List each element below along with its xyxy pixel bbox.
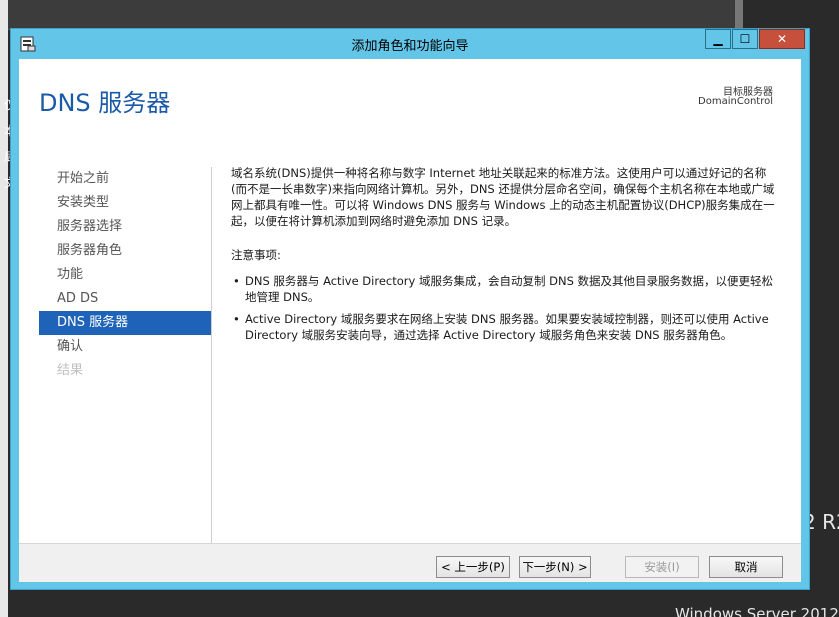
list-item: Active Directory 域服务要求在网络上安装 DNS 服务器。如果要… (231, 311, 779, 343)
background-os-name-text: Windows Server 2012 R (675, 605, 839, 617)
nav-item-server-selection[interactable]: 服务器选择 (39, 215, 211, 239)
maximize-button[interactable]: ☐ (732, 29, 758, 49)
target-server-value: DomainControl (698, 96, 773, 107)
nav-item-before-you-begin[interactable]: 开始之前 (39, 167, 211, 191)
nav-item-features[interactable]: 功能 (39, 263, 211, 287)
nav-item-installation-type[interactable]: 安装类型 (39, 191, 211, 215)
background-window-edge (0, 0, 8, 617)
nav-item-server-roles[interactable]: 服务器角色 (39, 239, 211, 263)
nav-item-confirmation[interactable]: 确认 (39, 335, 211, 359)
background-window-titlebar (0, 0, 735, 30)
background-window-strip (735, 0, 743, 30)
title-bar[interactable]: 添加角色和功能向导 ▁ ☐ ✕ (11, 29, 809, 59)
notes-heading: 注意事项: (231, 248, 281, 262)
cancel-button[interactable]: 取消 (709, 556, 783, 578)
button-bar: < 上一步(P) 下一步(N) > 安装(I) 取消 (19, 543, 801, 582)
previous-button[interactable]: < 上一步(P) (436, 556, 510, 578)
maximize-icon: ☐ (739, 32, 751, 46)
minimize-icon: ▁ (713, 32, 723, 46)
window-title: 添加角色和功能向导 (351, 39, 469, 54)
content-pane: 域名系统(DNS)提供一种将名称与数字 Internet 地址关联起来的标准方法… (231, 165, 779, 349)
close-icon: ✕ (776, 32, 788, 46)
notes-list: DNS 服务器与 Active Directory 域服务集成，会自动复制 DN… (231, 273, 779, 343)
page-title: DNS 服务器 (39, 89, 171, 117)
nav-item-results: 结果 (57, 363, 84, 378)
wizard-window: 添加角色和功能向导 ▁ ☐ ✕ DNS 服务器 目标服务器 DomainCont… (10, 28, 810, 590)
wizard-client-area: DNS 服务器 目标服务器 DomainControl 开始之前 安装类型 服务… (19, 59, 801, 582)
nav-divider (211, 167, 212, 553)
wizard-navigation: 开始之前 安装类型 服务器选择 服务器角色 功能 AD DS DNS 服务器 确… (39, 167, 211, 383)
nav-item-dns-server[interactable]: DNS 服务器 (39, 311, 211, 335)
list-item: DNS 服务器与 Active Directory 域服务集成，会自动复制 DN… (231, 273, 779, 305)
nav-item-ad-ds[interactable]: AD DS (39, 287, 211, 311)
dns-description: 域名系统(DNS)提供一种将名称与数字 Internet 地址关联起来的标准方法… (231, 166, 775, 228)
install-button: 安装(I) (625, 556, 699, 578)
minimize-button[interactable]: ▁ (705, 29, 731, 49)
close-button[interactable]: ✕ (759, 29, 805, 49)
next-button[interactable]: 下一步(N) > (519, 556, 591, 578)
